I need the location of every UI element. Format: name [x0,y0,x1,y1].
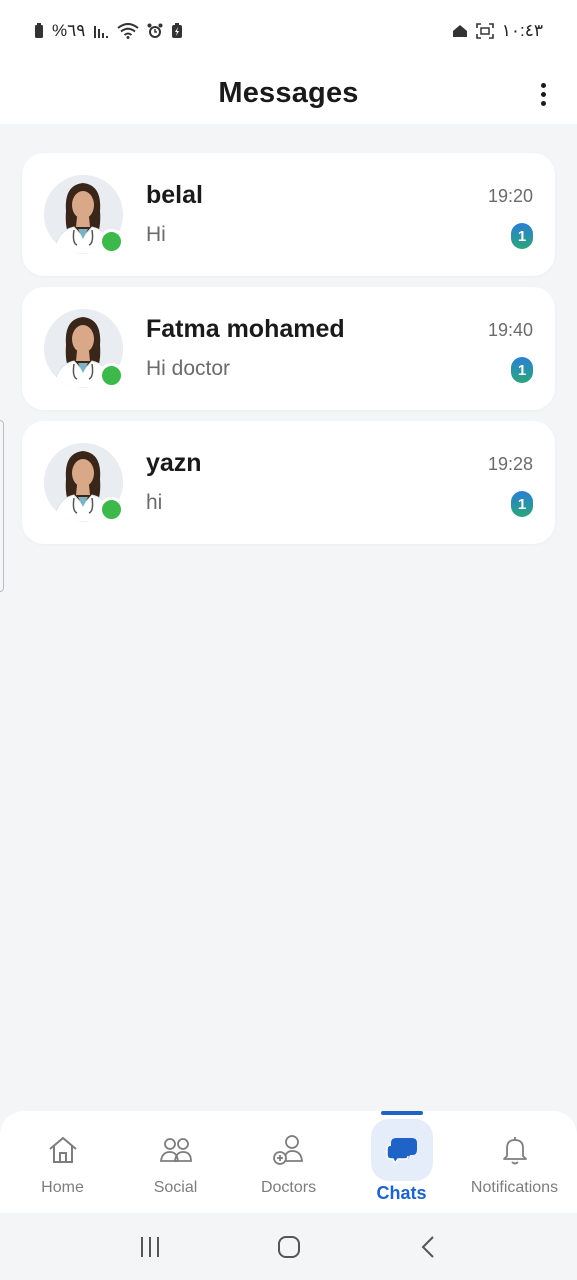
app-header: Messages [0,62,577,124]
system-nav-bar [0,1213,577,1280]
chat-item[interactable]: Fatma mohamed Hi doctor 19:40 1 [22,287,555,410]
screenshot-icon [475,23,494,39]
page-title: Messages [218,76,359,109]
wifi-icon [117,23,140,39]
recent-apps-button[interactable] [130,1227,170,1267]
nav-label: Home [41,1179,84,1196]
home-icon [46,1133,80,1167]
home-status-icon [452,24,468,38]
online-status-dot [99,497,124,522]
chat-name: Fatma mohamed [146,315,345,343]
chat-preview: Hi [146,223,166,246]
bell-icon [498,1133,532,1167]
chat-time: 19:20 [487,186,533,206]
chat-item[interactable]: belal Hi 19:20 1 [22,153,555,276]
unread-badge: 1 [511,223,533,249]
battery-icon [34,23,44,39]
nav-home[interactable]: Home [6,1111,119,1213]
nav-doctors[interactable]: Doctors [232,1111,345,1213]
nav-label: Notifications [470,1179,559,1196]
chat-preview: Hi doctor [146,357,231,380]
unread-badge: 1 [511,357,533,383]
status-bar: %٦٩ ١٠:٤٣ [0,0,577,62]
chat-item[interactable]: yazn hi 19:28 1 [22,421,555,544]
clock: ١٠:٤٣ [501,21,543,40]
status-right: ١٠:٤٣ [452,21,543,41]
nav-notifications[interactable]: Notifications [458,1111,571,1213]
edge-panel-handle[interactable] [0,420,4,592]
chat-time: 19:28 [487,454,533,474]
nav-label: Chats [376,1183,427,1203]
nav-label: Social [153,1179,198,1196]
online-status-dot [99,229,124,254]
back-button[interactable] [408,1227,448,1267]
people-icon [159,1133,193,1167]
nav-chats[interactable]: Chats [345,1111,458,1213]
online-status-dot [99,363,124,388]
status-left: %٦٩ [34,21,183,41]
nav-social[interactable]: Social [119,1111,232,1213]
chat-time: 19:40 [487,320,533,340]
chat-name: yazn [146,449,202,477]
signal-icon [93,23,109,39]
more-vertical-icon [540,82,546,88]
chat-preview: hi [146,491,163,514]
active-indicator [380,1111,423,1115]
alarm-icon [147,23,163,39]
unread-badge: 1 [511,491,533,517]
more-options-button[interactable] [531,72,555,116]
chat-name: belal [146,181,203,209]
bottom-nav: Home Social Doctors Chats Notifications [0,1111,577,1213]
chat-list: belal Hi 19:20 1 Fatma mohamed Hi doctor… [22,153,555,555]
nav-label: Doctors [260,1179,317,1196]
battery-percent: %٦٩ [52,21,86,40]
add-person-icon [272,1133,306,1167]
chat-bubbles-icon [385,1133,419,1167]
battery-saver-icon [171,23,183,39]
home-button[interactable] [269,1227,309,1267]
